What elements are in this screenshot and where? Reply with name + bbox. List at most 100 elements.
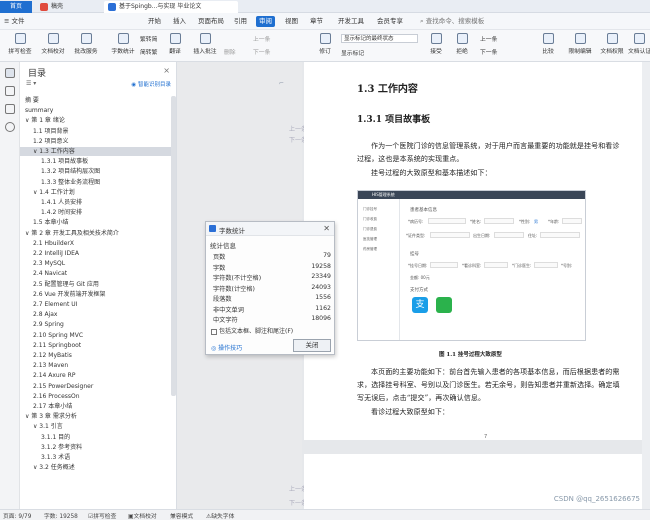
bookmark-icon[interactable] bbox=[5, 104, 15, 114]
toc-icon[interactable] bbox=[5, 68, 15, 78]
toc-item[interactable]: ∨ 3.2 任务概述 bbox=[20, 463, 171, 472]
toc-item[interactable]: 2.15 PowerDesigner bbox=[20, 382, 171, 391]
doc-permission-button[interactable]: 文档权限 bbox=[598, 32, 626, 60]
markup-state-dropdown[interactable]: 显示标记的最终状态 bbox=[341, 34, 418, 43]
toc-item[interactable]: 摘 要 bbox=[20, 96, 171, 105]
toc-item[interactable]: 1.4.1 人员安排 bbox=[20, 198, 171, 207]
prototype-figure: HIS管理系统 门诊挂号 门诊收费 门诊退费 医技管理 药房管理 患者基本信息 … bbox=[357, 190, 586, 341]
word-count-dialog: 字数统计 ✕ 统计信息 页数 79 字数 19258 字符数(不计空格) 23349 字符数… bbox=[205, 221, 335, 355]
nav-scrollbar[interactable] bbox=[171, 96, 176, 396]
status-words[interactable]: 字数: 19258 bbox=[44, 511, 78, 520]
status-proofread[interactable]: ▣文档校对 bbox=[128, 511, 157, 520]
next-change-button[interactable]: 下一条 bbox=[480, 47, 497, 56]
insert-comment-button[interactable]: 插入批注 bbox=[190, 32, 220, 60]
toc-item[interactable]: 1.4.2 时间安排 bbox=[20, 208, 171, 217]
toc-item[interactable]: 1.1 项目背景 bbox=[20, 127, 171, 136]
document-page[interactable]: 1.3 工作内容 1.3.1 项目故事板 作为一个医院门诊的信息管理系统，对于用… bbox=[304, 62, 650, 509]
toc-item[interactable]: 3.1.2 参考资料 bbox=[20, 443, 171, 452]
toc-item[interactable]: 2.7 Element UI bbox=[20, 300, 171, 309]
command-search[interactable]: ⌕ 查找命令、搜索模板 bbox=[420, 16, 484, 27]
close-icon[interactable]: × bbox=[163, 66, 170, 75]
toc-options-icon[interactable]: ☰ ▾ bbox=[26, 80, 36, 87]
tips-link[interactable]: ◎ 操作技巧 bbox=[211, 343, 242, 352]
toc-item[interactable]: 2.14 Axure RP bbox=[20, 371, 171, 380]
toc-item[interactable]: 2.1 HbuilderX bbox=[20, 239, 171, 248]
delete-comment-button[interactable]: 删除 bbox=[224, 47, 236, 56]
show-markup-button[interactable]: 显示标记 bbox=[341, 48, 364, 57]
toc-item[interactable]: 2.5 配置管理与 Git 应用 bbox=[20, 280, 171, 289]
toc-item[interactable]: 2.17 本章小结 bbox=[20, 402, 171, 411]
toc-item[interactable]: 2.2 IntelliJ IDEA bbox=[20, 249, 171, 258]
compare-button[interactable]: 比较 bbox=[538, 32, 558, 60]
batchservice-button[interactable]: 批改服务 bbox=[70, 32, 102, 60]
menu-chapter[interactable]: 章节 bbox=[310, 16, 323, 27]
toc-item[interactable]: ∨ 1.4 工作计划 bbox=[20, 188, 171, 197]
toc-item[interactable]: 2.16 ProcessOn bbox=[20, 392, 171, 401]
prev-comment-button[interactable]: 上一条 bbox=[253, 34, 270, 43]
spellcheck-button[interactable]: 拼写检查 bbox=[4, 32, 36, 60]
dialog-close-icon[interactable]: ✕ bbox=[323, 224, 330, 233]
stat-row: 字符数(计空格) 24093 bbox=[213, 284, 331, 294]
menu-insert[interactable]: 插入 bbox=[173, 16, 186, 27]
menu-devtools[interactable]: 开发工具 bbox=[338, 16, 364, 27]
doccheck-button[interactable]: 文档校对 bbox=[38, 32, 68, 60]
toc-item[interactable]: 2.3 MySQL bbox=[20, 259, 171, 268]
menu-start[interactable]: 开始 bbox=[148, 16, 161, 27]
toc-item[interactable]: 2.11 Springboot bbox=[20, 341, 171, 350]
trans-simp-button[interactable]: 繁转简 bbox=[140, 34, 157, 43]
pages-icon[interactable] bbox=[5, 86, 15, 96]
toc-item[interactable]: 2.9 Spring bbox=[20, 320, 171, 329]
toc-item[interactable]: 2.6 Vue 开发前端开发框架 bbox=[20, 290, 171, 299]
stat-label: 中文字符 bbox=[213, 317, 238, 324]
smart-toc-button[interactable]: ◉ 智能识别目录 bbox=[131, 80, 171, 88]
toc-item[interactable]: 3.1.1 目的 bbox=[20, 433, 171, 442]
close-button[interactable]: 关闭 bbox=[293, 339, 331, 352]
dialog-title: 字数统计 bbox=[219, 227, 245, 235]
menu-layout[interactable]: 页面布局 bbox=[198, 16, 224, 27]
toc-item[interactable]: summary bbox=[20, 106, 171, 115]
toc-item[interactable]: ∨ 第 1 章 绪论 bbox=[20, 116, 171, 125]
status-missing-font[interactable]: ⚠缺失字体 bbox=[206, 511, 234, 520]
menu-review[interactable]: 审阅 bbox=[256, 16, 275, 27]
trans-trad-button[interactable]: 简转繁 bbox=[140, 47, 157, 56]
toc-item[interactable]: 2.12 MyBatis bbox=[20, 351, 171, 360]
toc-item[interactable]: 1.5 本章小结 bbox=[20, 218, 171, 227]
comment-icon bbox=[199, 33, 211, 44]
prev-change-button[interactable]: 上一条 bbox=[480, 34, 497, 43]
figure-caption: 图 1.1 挂号过程大致原型 bbox=[439, 352, 502, 358]
toc-item[interactable]: 2.10 Spring MVC bbox=[20, 331, 171, 340]
toc-item[interactable]: 3.1.3 术语 bbox=[20, 453, 171, 462]
find-icon[interactable] bbox=[5, 122, 15, 132]
doc-auth-button[interactable]: 文档认证 bbox=[628, 32, 650, 60]
toc-item[interactable]: ∨ 3.1 引言 bbox=[20, 422, 171, 431]
toc-item[interactable]: ∨ 1.3 工作内容 bbox=[20, 147, 171, 156]
toc-item[interactable]: 1.3.3 整体业务流程图 bbox=[20, 178, 171, 187]
toc-item[interactable]: ∨ 第 3 章 需求分析 bbox=[20, 412, 171, 421]
tab-document-1[interactable]: 稿壳 bbox=[36, 1, 92, 13]
restrict-edit-button[interactable]: 限制编辑 bbox=[566, 32, 594, 60]
accept-button[interactable]: 接受 bbox=[426, 32, 446, 60]
tab-home[interactable]: 首页 bbox=[0, 1, 32, 13]
document-scrollbar[interactable] bbox=[642, 62, 650, 509]
menu-view[interactable]: 视图 bbox=[285, 16, 298, 27]
reject-button[interactable]: 拒绝 bbox=[452, 32, 472, 60]
translate-button[interactable]: 翻译 bbox=[166, 32, 184, 60]
toc-item[interactable]: 1.3.1 项目故事板 bbox=[20, 157, 171, 166]
include-footnotes-checkbox[interactable]: 包括文本框、脚注和尾注(F) bbox=[211, 326, 293, 335]
toc-item[interactable]: ∨ 第 2 章 开发工具及相关技术简介 bbox=[20, 229, 171, 238]
menu-member[interactable]: 会员专享 bbox=[377, 16, 403, 27]
toc-item[interactable]: 2.13 Maven bbox=[20, 361, 171, 370]
menu-reference[interactable]: 引用 bbox=[234, 16, 247, 27]
toc-item[interactable]: 1.2 项目意义 bbox=[20, 137, 171, 146]
toc-item[interactable]: 2.8 Ajax bbox=[20, 310, 171, 319]
wordcount-button[interactable]: 字数统计 bbox=[108, 32, 138, 60]
menu-file[interactable]: ≡ 文件 bbox=[4, 16, 25, 27]
toc-item[interactable]: 2.4 Navicat bbox=[20, 269, 171, 278]
modify-button[interactable]: 修订 bbox=[316, 32, 334, 60]
nav-title: 目录 bbox=[28, 69, 47, 79]
paragraph-1-line-2: 过程，这也是本系统的实现重点。 bbox=[357, 155, 464, 163]
tab-document-2[interactable]: 基于Spingb...与实现 毕业论文 bbox=[104, 1, 238, 13]
toc-item[interactable]: 1.3.2 项目结构层次图 bbox=[20, 167, 171, 176]
status-spellcheck[interactable]: ☑拼写检查 bbox=[88, 511, 116, 520]
next-comment-button[interactable]: 下一条 bbox=[253, 47, 270, 56]
